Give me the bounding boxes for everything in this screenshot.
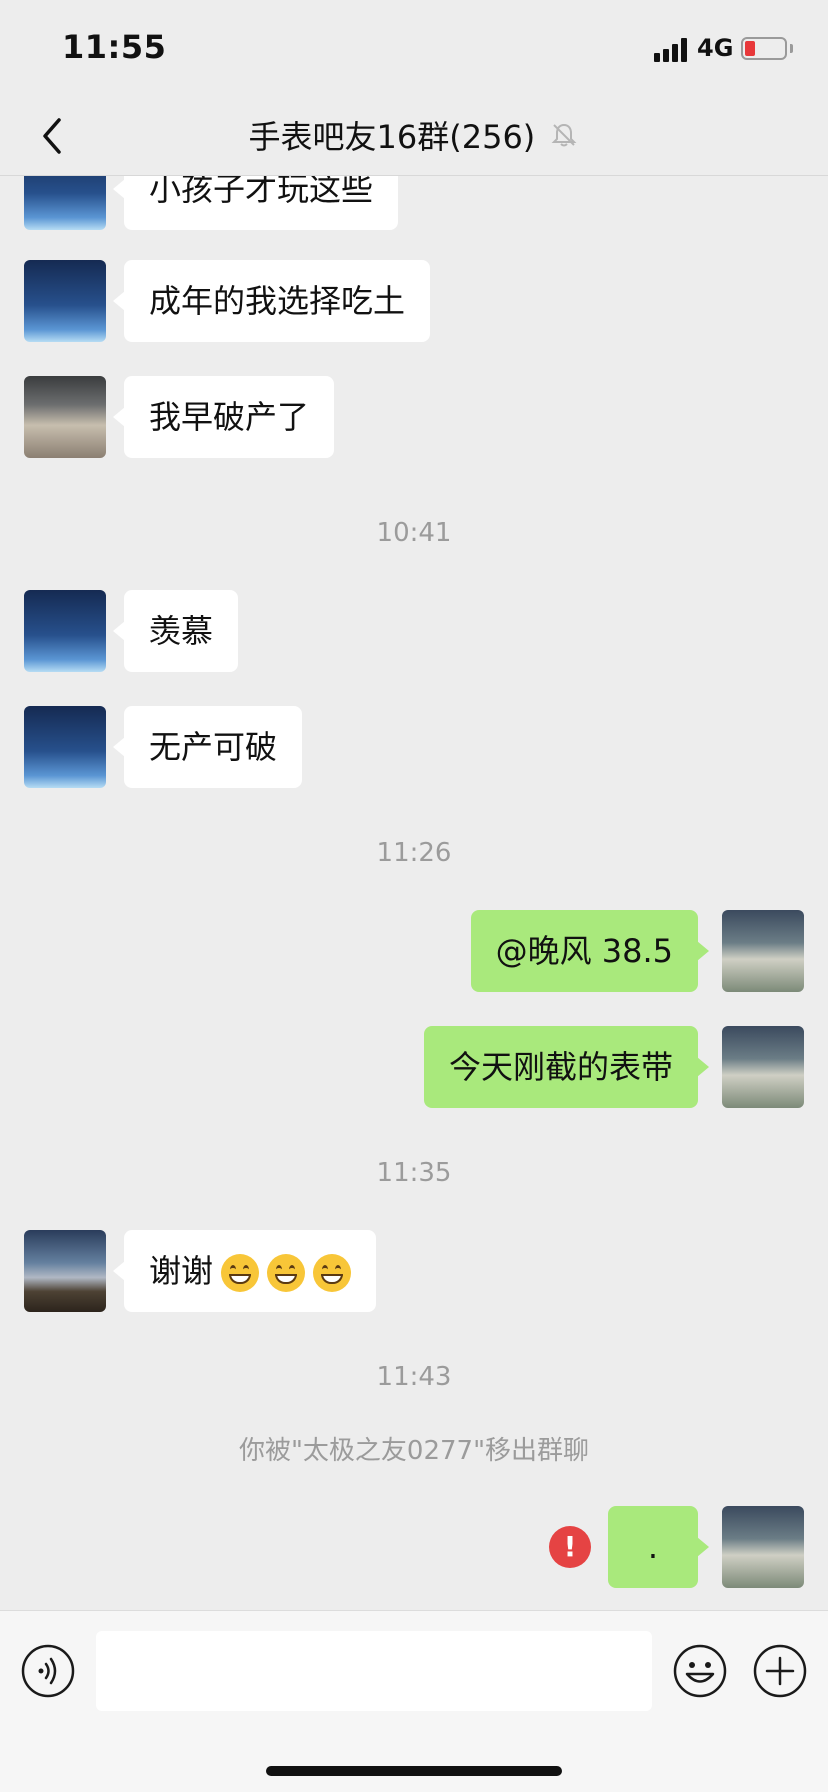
bell-off-icon: [552, 123, 577, 147]
avatar[interactable]: [24, 376, 106, 458]
voice-icon: [21, 1644, 75, 1698]
chat-title: 手表吧友16群(256): [0, 112, 828, 158]
message-incoming: 成年的我选择吃土: [0, 260, 828, 342]
message-bubble[interactable]: 羡慕: [112, 590, 239, 672]
grinning-emoji-icon: [221, 1254, 260, 1292]
avatar[interactable]: [722, 910, 804, 992]
status-time: 11:55: [62, 28, 167, 66]
timestamp: 11:43: [376, 1362, 452, 1392]
nav-bar: 手表吧友16群(256): [0, 100, 828, 176]
grinning-emoji-icon: [313, 1254, 352, 1292]
message-outgoing: 今天刚截的表带: [0, 1026, 828, 1108]
message-bubble[interactable]: 今天刚截的表带: [423, 1026, 710, 1108]
message-bubble[interactable]: 谢谢: [112, 1230, 377, 1312]
exclamation-icon[interactable]: !: [549, 1526, 591, 1568]
signal-strength-icon: [654, 38, 690, 62]
group-name: 手表吧友16群(256): [248, 118, 536, 156]
input-bar: [0, 1610, 828, 1792]
message-outgoing: @晚风 38.5: [0, 910, 828, 992]
avatar[interactable]: [24, 1230, 106, 1312]
emoji-button[interactable]: [672, 1643, 728, 1699]
avatar[interactable]: [24, 176, 106, 230]
message-incoming: 羡慕: [0, 590, 828, 672]
timestamp: 10:41: [376, 518, 452, 548]
avatar[interactable]: [722, 1026, 804, 1108]
smiley-icon: [673, 1644, 727, 1698]
message-bubble[interactable]: .: [608, 1506, 709, 1588]
message-incoming: 谢谢: [0, 1230, 828, 1312]
message-incoming: 无产可破: [0, 706, 828, 788]
timestamp: 11:35: [376, 1158, 452, 1188]
status-bar: 11:55 4G: [0, 0, 828, 100]
avatar[interactable]: [24, 706, 106, 788]
message-bubble[interactable]: 我早破产了: [112, 376, 335, 458]
voice-button[interactable]: [20, 1643, 76, 1699]
message-bubble[interactable]: @晚风 38.5: [470, 910, 710, 992]
grinning-emoji-icon: [267, 1254, 306, 1292]
battery-icon: [741, 37, 787, 60]
more-button[interactable]: [752, 1643, 808, 1699]
system-message: 你被"太极之友0277"移出群聊: [238, 1436, 590, 1466]
plus-icon: [753, 1644, 807, 1698]
battery-cap: [790, 44, 793, 53]
avatar[interactable]: [722, 1506, 804, 1588]
message-incoming: 小孩子才玩这些: [0, 176, 828, 230]
message-input[interactable]: [96, 1631, 652, 1711]
message-text: 谢谢: [149, 1252, 214, 1290]
message-outgoing: ! .: [0, 1506, 828, 1588]
timestamp: 11:26: [376, 838, 452, 868]
message-bubble[interactable]: 小孩子才玩这些: [112, 176, 399, 230]
message-list[interactable]: 小孩子才玩这些 成年的我选择吃土 我早破产了 10:41 羡慕 无产可破 11:…: [0, 176, 828, 1610]
home-indicator[interactable]: [266, 1766, 562, 1776]
avatar[interactable]: [24, 590, 106, 672]
message-bubble[interactable]: 成年的我选择吃土: [112, 260, 431, 342]
message-bubble[interactable]: 无产可破: [112, 706, 303, 788]
message-incoming: 我早破产了: [0, 376, 828, 458]
network-type: 4G: [697, 34, 734, 62]
avatar[interactable]: [24, 260, 106, 342]
